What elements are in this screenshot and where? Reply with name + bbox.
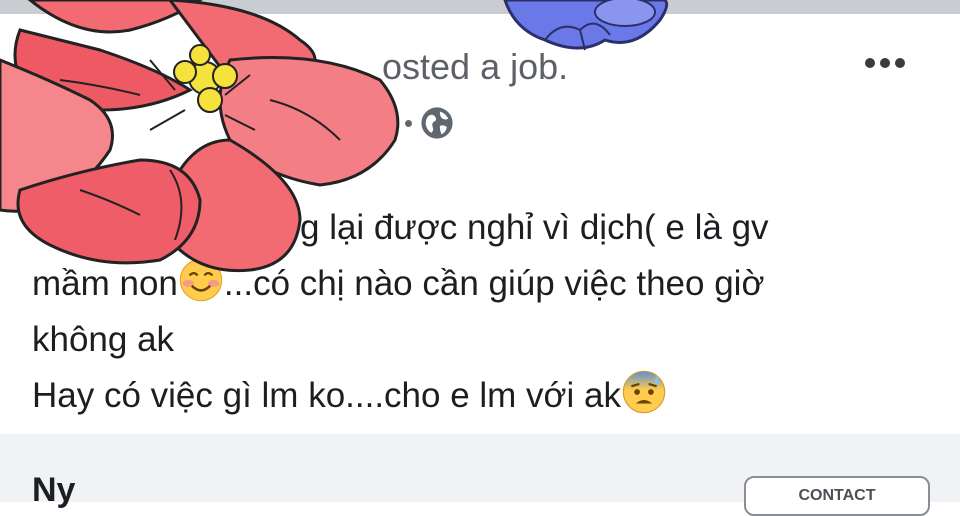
post-meta bbox=[405, 106, 454, 140]
contact-button[interactable]: CONTACT bbox=[744, 476, 930, 516]
globe-icon[interactable] bbox=[420, 106, 454, 140]
anxious-face-icon bbox=[622, 370, 666, 414]
post-line-3: không ak bbox=[32, 320, 175, 359]
post-footer: Ny CONTACT bbox=[0, 434, 960, 516]
page-name[interactable]: Ny bbox=[32, 470, 75, 510]
post-line-4: Hay có việc gì lm ko....cho e lm với ak bbox=[32, 368, 952, 424]
red-flower-sticker bbox=[0, 0, 400, 273]
blue-flower-sticker bbox=[503, 0, 669, 51]
separator-dot bbox=[405, 119, 412, 127]
more-options-icon[interactable] bbox=[865, 58, 905, 68]
